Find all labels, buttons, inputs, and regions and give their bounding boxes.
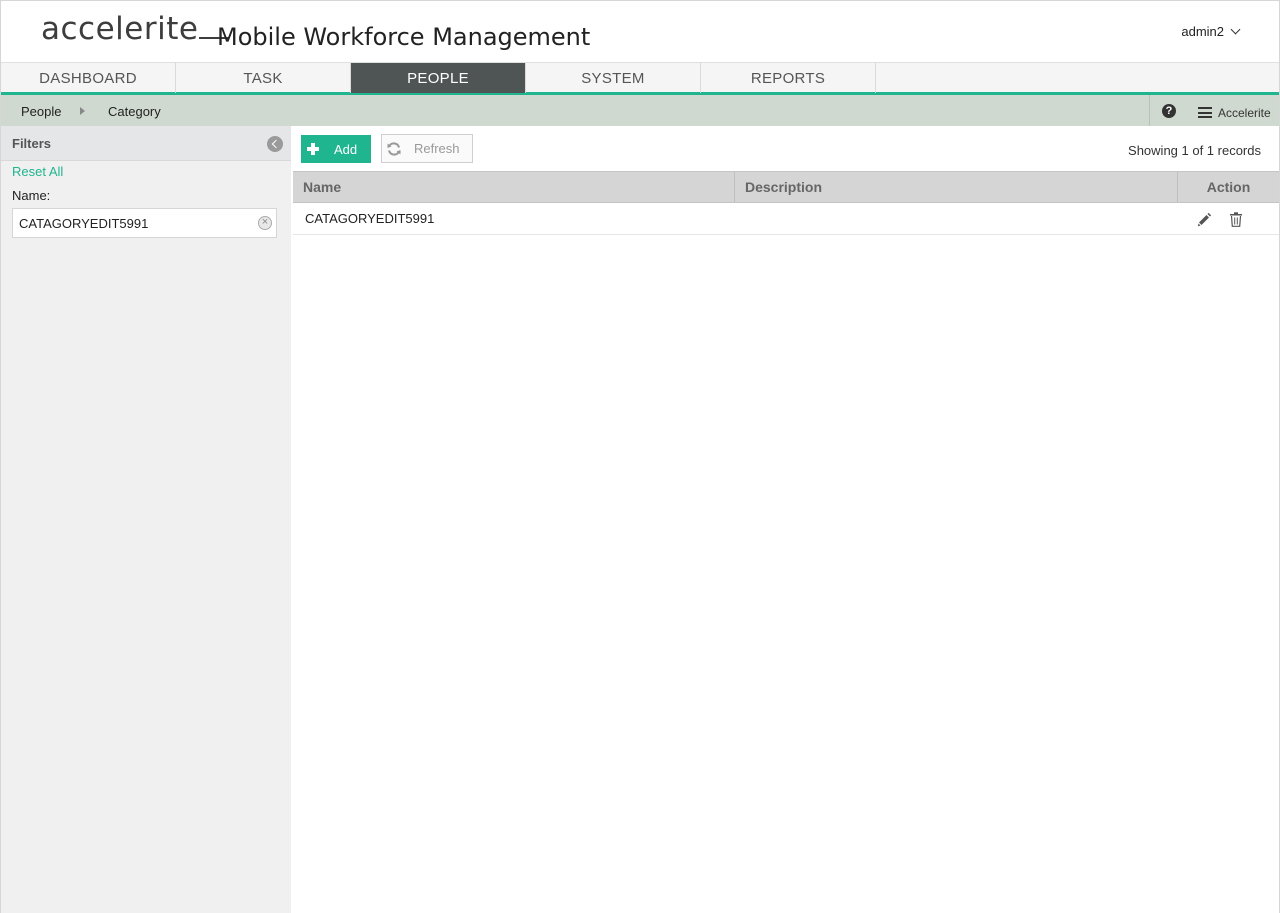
accelerite-logo: accelerite — [41, 11, 230, 47]
filters-header: Filters — [1, 126, 291, 161]
list-icon[interactable] — [1198, 107, 1212, 118]
add-button-label: Add — [334, 141, 358, 157]
main-nav: DASHBOARD TASK PEOPLE SYSTEM REPORTS — [1, 62, 1279, 95]
logo-text: accelerite — [41, 11, 199, 47]
name-filter-input[interactable] — [13, 209, 243, 237]
trash-delete-icon[interactable] — [1229, 211, 1243, 227]
column-header-action: Action — [1206, 179, 1251, 195]
help-icon[interactable]: ? — [1162, 104, 1176, 118]
plus-icon — [307, 143, 319, 155]
user-menu[interactable]: admin2 — [1181, 24, 1241, 39]
username: admin2 — [1181, 24, 1224, 39]
breadcrumb-people[interactable]: People — [21, 104, 61, 119]
org-selector[interactable]: Accelerite — [1218, 106, 1271, 120]
tab-people[interactable]: PEOPLE — [351, 63, 526, 93]
pencil-edit-icon[interactable] — [1196, 212, 1212, 228]
refresh-button-label: Refresh — [414, 141, 460, 156]
collapse-left-icon[interactable] — [267, 136, 283, 152]
clear-icon[interactable]: × — [258, 216, 272, 230]
filters-title: Filters — [12, 136, 52, 151]
tab-dashboard[interactable]: DASHBOARD — [1, 63, 176, 93]
row-action-cell — [1178, 203, 1279, 235]
refresh-icon — [387, 141, 401, 156]
table-row[interactable]: CATAGORYEDIT5991 — [293, 203, 1279, 235]
add-button[interactable]: Add — [301, 135, 371, 163]
breadcrumb: People Category ? Accelerite — [1, 95, 1279, 126]
breadcrumb-separator-icon — [80, 107, 85, 115]
table-header: Name Description Action — [293, 171, 1279, 203]
name-filter-field: × — [12, 208, 277, 238]
row-name-cell: CATAGORYEDIT5991 — [305, 211, 435, 226]
tab-system[interactable]: SYSTEM — [526, 63, 701, 93]
breadcrumb-tools: ? Accelerite — [1149, 95, 1279, 126]
name-filter-label: Name: — [12, 188, 51, 203]
filters-panel: Filters Reset All Name: × — [1, 126, 291, 913]
main-content: Add Refresh Showing 1 of 1 records Name … — [291, 126, 1279, 913]
category-table: Name Description Action CATAGORYEDIT5991 — [293, 171, 1279, 235]
reset-all-link[interactable]: Reset All — [12, 164, 63, 179]
column-header-name[interactable]: Name — [293, 172, 735, 202]
tab-reports[interactable]: REPORTS — [701, 63, 876, 93]
breadcrumb-category: Category — [108, 104, 161, 119]
column-header-description[interactable]: Description — [735, 172, 1178, 202]
records-count: Showing 1 of 1 records — [1128, 143, 1261, 158]
app-title: Mobile Workforce Management — [217, 23, 591, 51]
tab-task[interactable]: TASK — [176, 63, 351, 93]
app-header: accelerite Mobile Workforce Management a… — [1, 1, 1279, 62]
chevron-down-icon — [1230, 24, 1241, 35]
refresh-button[interactable]: Refresh — [381, 134, 473, 163]
